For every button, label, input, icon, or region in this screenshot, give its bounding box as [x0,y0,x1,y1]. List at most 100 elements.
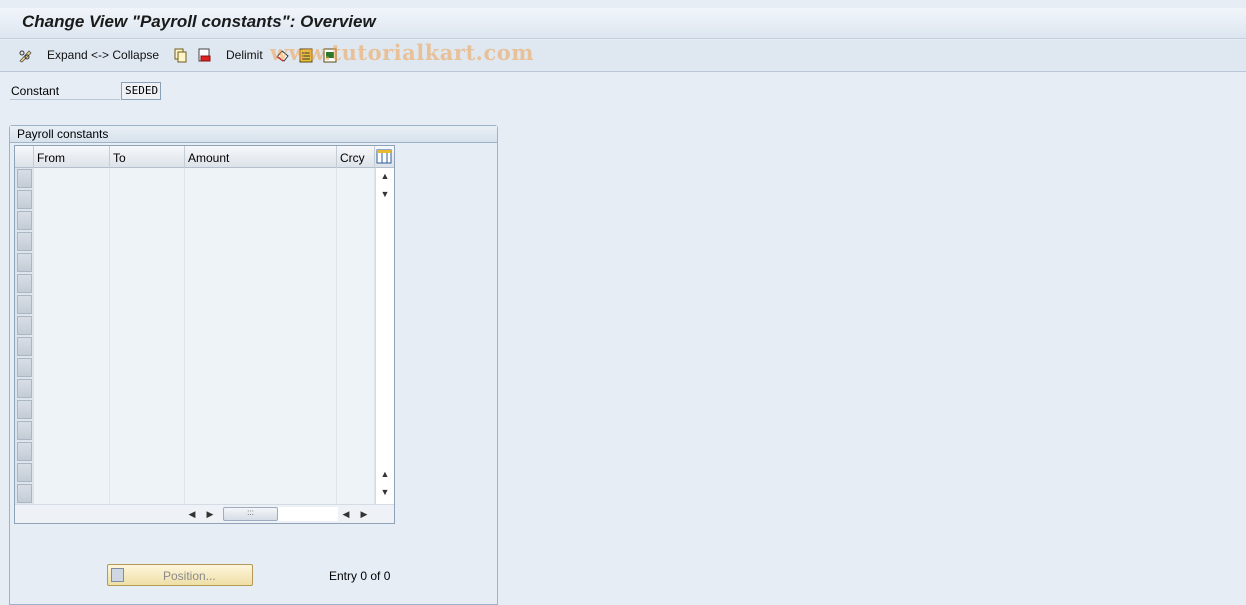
row-selector[interactable] [17,358,32,377]
row-selector[interactable] [17,295,32,314]
table-cell[interactable] [337,315,375,336]
row-selector[interactable] [17,379,32,398]
table-cell[interactable] [110,336,185,357]
table-cell[interactable] [337,168,375,189]
table-cell[interactable] [34,462,110,483]
table-cell[interactable] [185,168,337,189]
table-cell[interactable] [34,357,110,378]
table-cell[interactable] [185,294,337,315]
delimit-button[interactable]: Delimit [226,48,263,62]
select-all-button[interactable] [299,48,314,63]
table-cell[interactable] [110,357,185,378]
page-down-icon[interactable]: ▼ [379,188,391,200]
table-cell[interactable] [337,420,375,441]
table-cell[interactable] [185,399,337,420]
row-selector[interactable] [17,232,32,251]
table-cell[interactable] [337,294,375,315]
table-cell[interactable] [337,252,375,273]
column-header-from[interactable]: From [34,146,110,168]
table-cell[interactable] [34,483,110,504]
table-cell[interactable] [110,483,185,504]
table-cell[interactable] [337,231,375,252]
row-selector[interactable] [17,169,32,188]
table-cell[interactable] [185,231,337,252]
table-cell[interactable] [34,399,110,420]
table-cell[interactable] [185,336,337,357]
column-header-to[interactable]: To [110,146,185,168]
table-cell[interactable] [110,210,185,231]
table-cell[interactable] [337,189,375,210]
table-cell[interactable] [337,210,375,231]
delete-button[interactable] [197,48,212,63]
table-cell[interactable] [34,315,110,336]
table-cell[interactable] [110,462,185,483]
table-cell[interactable] [185,420,337,441]
table-cell[interactable] [34,252,110,273]
table-cell[interactable] [34,189,110,210]
row-selector[interactable] [17,421,32,440]
display-change-button[interactable] [18,48,33,63]
table-cell[interactable] [337,336,375,357]
row-selector[interactable] [17,316,32,335]
row-selector[interactable] [17,400,32,419]
table-cell[interactable] [185,315,337,336]
horizontal-scrollbar[interactable]: ◀ ▶ ::: ◀ ▶ [15,504,394,523]
row-selector[interactable] [17,211,32,230]
table-cell[interactable] [110,231,185,252]
row-selector[interactable] [17,337,32,356]
constant-field[interactable]: SEDED [121,82,161,100]
table-cell[interactable] [110,294,185,315]
table-cell[interactable] [185,210,337,231]
table-cell[interactable] [34,231,110,252]
table-cell[interactable] [110,273,185,294]
table-cell[interactable] [34,210,110,231]
table-cell[interactable] [185,378,337,399]
scroll-right-end-icon[interactable]: ▶ [358,508,370,520]
scroll-left-end-icon[interactable]: ◀ [340,508,352,520]
table-cell[interactable] [110,378,185,399]
expand-collapse-button[interactable]: Expand <-> Collapse [47,48,159,62]
table-cell[interactable] [34,441,110,462]
table-cell[interactable] [110,168,185,189]
scroll-down-icon[interactable]: ▼ [379,486,391,498]
vertical-scrollbar[interactable]: ▲ ▼ ▲ ▼ [375,168,394,504]
scroll-thumb[interactable]: ::: [223,507,278,521]
table-cell[interactable] [110,420,185,441]
scroll-up-icon[interactable]: ▲ [379,170,391,182]
table-cell[interactable] [185,273,337,294]
row-selector[interactable] [17,463,32,482]
copy-as-button[interactable] [173,48,188,63]
row-selector[interactable] [17,442,32,461]
undo-change-button[interactable] [275,48,290,63]
table-settings-icon[interactable] [376,149,392,164]
row-selector[interactable] [17,190,32,209]
select-all-rows-cell[interactable] [15,146,34,168]
table-cell[interactable] [34,168,110,189]
row-selector[interactable] [17,484,32,503]
page-up-icon[interactable]: ▲ [379,468,391,480]
column-header-amount[interactable]: Amount [185,146,337,168]
table-cell[interactable] [185,441,337,462]
table-cell[interactable] [34,378,110,399]
table-cell[interactable] [185,252,337,273]
table-cell[interactable] [185,357,337,378]
row-selector[interactable] [17,274,32,293]
row-selector[interactable] [17,253,32,272]
table-cell[interactable] [185,462,337,483]
table-cell[interactable] [110,399,185,420]
table-cell[interactable] [337,273,375,294]
table-cell[interactable] [337,357,375,378]
select-block-button[interactable] [323,48,338,63]
table-cell[interactable] [337,378,375,399]
table-cell[interactable] [34,336,110,357]
table-cell[interactable] [337,462,375,483]
table-cell[interactable] [34,273,110,294]
table-cell[interactable] [337,483,375,504]
table-cell[interactable] [110,315,185,336]
table-cell[interactable] [34,420,110,441]
table-cell[interactable] [185,189,337,210]
table-cell[interactable] [337,399,375,420]
table-cell[interactable] [34,294,110,315]
table-cell[interactable] [110,189,185,210]
table-cell[interactable] [337,441,375,462]
